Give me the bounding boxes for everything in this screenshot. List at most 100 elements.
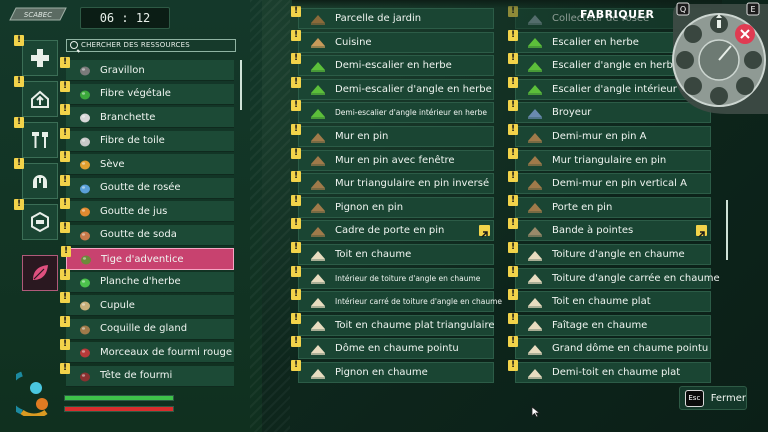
category-resources[interactable] — [22, 255, 58, 291]
resource-item[interactable]: ! Goutte de jus — [60, 198, 234, 222]
resource-item-label: Goutte de jus — [100, 205, 168, 217]
recipe-item-label: Mur triangulaire en pin inversé — [335, 178, 490, 190]
alert-badge: ! — [60, 362, 70, 374]
health-bar — [64, 395, 174, 401]
pine-triangle-wall-icon — [526, 153, 544, 167]
recipe-item[interactable]: ! Toit en chaume — [291, 242, 494, 265]
recipe-item[interactable]: ! Cadre de porte en pin — [291, 218, 494, 242]
alert-badge: ! — [14, 199, 24, 210]
resource-item[interactable]: ! Goutte de soda — [60, 221, 234, 246]
alert-badge: ! — [61, 246, 71, 257]
list-top-fade — [292, 0, 722, 8]
category-armor[interactable]: ! — [14, 158, 58, 199]
alert-badge: ! — [60, 127, 70, 139]
thatch-inner-corner-roof-icon — [309, 271, 327, 285]
alert-badge: ! — [291, 53, 301, 65]
recipe-item[interactable]: ! Faîtage en chaume — [508, 312, 711, 336]
recipe-item[interactable]: ! Pignon en pin — [291, 194, 494, 218]
recipe-item-label: Pignon en chaume — [335, 367, 428, 378]
close-button[interactable]: Esc Fermer — [679, 386, 747, 410]
resource-item[interactable]: ! Sève — [60, 151, 234, 175]
recipe-item[interactable]: ! Demi-escalier d'angle en herbe — [291, 76, 494, 100]
red-ant-part-icon — [78, 345, 92, 359]
recipe-item[interactable]: ! Grand dôme en chaume pointu — [508, 336, 711, 360]
resource-item-label: Tête de fourmi — [100, 370, 173, 381]
resource-item[interactable]: ! Goutte de rosée — [60, 174, 234, 199]
alert-badge: ! — [60, 268, 70, 280]
recipe-item[interactable]: ! Cuisine — [291, 29, 494, 53]
category-trinkets[interactable]: ! — [14, 199, 58, 240]
resource-item[interactable]: ! Branchette — [60, 104, 234, 128]
recipe-item[interactable]: ! Demi-mur en pin vertical A — [508, 171, 711, 195]
resource-item[interactable]: ! Gravillon — [60, 57, 234, 81]
recipe-item[interactable]: ! Dôme en chaume pointu — [291, 336, 494, 360]
divider-hatch — [250, 0, 290, 432]
alert-badge: ! — [291, 289, 301, 301]
alert-badge: ! — [60, 104, 70, 115]
category-tools[interactable]: ! — [14, 117, 58, 158]
thatch-square-corner-roof-icon — [526, 271, 544, 285]
recipe-item-label: Cadre de porte en pin — [335, 225, 445, 237]
recipe-item[interactable]: ! Intérieur de toiture d'angle en chaume — [291, 265, 494, 289]
recipe-item-label: Toiture d'angle en chaume — [552, 249, 685, 260]
thatch-corner-roof-icon — [526, 248, 544, 262]
recipe-item-label: Mur en pin avec fenêtre — [335, 154, 455, 166]
resource-item-label: Sève — [100, 158, 125, 170]
recipe-item[interactable]: ! Mur en pin — [291, 124, 494, 147]
plus-cross-icon — [31, 49, 49, 67]
recipe-item[interactable]: ! Mur triangulaire en pin — [508, 147, 711, 171]
recipe-item[interactable]: ! Demi-toit en chaume plat — [508, 360, 711, 383]
resource-scrollbar[interactable] — [240, 60, 242, 110]
resource-item[interactable]: ! Fibre végétale — [60, 80, 234, 105]
recipe-item[interactable]: ! Toiture d'angle en chaume — [508, 242, 711, 265]
hammer-tools-icon — [32, 132, 48, 148]
alert-badge: ! — [60, 80, 70, 92]
recipe-item[interactable]: ! Mur triangulaire en pin inversé — [291, 171, 494, 195]
resource-item[interactable]: ! Tige d'adventice — [61, 246, 234, 270]
recipe-item-label: Cuisine — [335, 36, 372, 48]
hexagon-icon — [31, 211, 49, 233]
recipe-item-label: Porte en pin — [552, 201, 613, 213]
recipe-item[interactable]: ! Demi-mur en pin A — [508, 124, 711, 147]
food-icon — [36, 398, 48, 410]
alert-badge: ! — [291, 242, 301, 253]
recipe-item[interactable]: ! Toit en chaume plat triangulaire — [291, 312, 495, 336]
alert-badge: ! — [291, 171, 301, 183]
recipe-item[interactable]: ! Demi-escalier d'angle intérieur en herb… — [291, 100, 494, 124]
recipe-item-label: Demi-mur en pin vertical A — [552, 178, 687, 190]
recipe-item-label: Mur en pin — [335, 131, 389, 142]
resource-item[interactable]: ! Cupule — [60, 292, 234, 316]
recipe-item-label: Demi-escalier d'angle intérieur en herbe — [335, 108, 487, 118]
thatch-roof-icon — [309, 248, 327, 262]
recipe-item-label: Escalier en herbe — [552, 36, 639, 48]
svg-text:Q: Q — [680, 5, 686, 14]
recipe-item[interactable]: ! Parcelle de jardin — [291, 6, 494, 29]
alert-badge: ! — [508, 147, 518, 159]
resource-search-input[interactable]: CHERCHER DES RESSOURCES — [66, 39, 236, 52]
resource-item[interactable]: ! Planche d'herbe — [60, 268, 234, 293]
category-base[interactable]: ! — [14, 76, 58, 117]
recipe-item[interactable]: ! Bande à pointes — [508, 218, 711, 242]
recipe-item[interactable]: ! Mur en pin avec fenêtre — [291, 147, 494, 171]
recipe-item[interactable]: ! Toit en chaume plat — [508, 289, 711, 313]
recipe-item[interactable]: ! Porte en pin — [508, 194, 711, 218]
resource-item[interactable]: ! Morceaux de fourmi rouge — [60, 339, 234, 363]
recipe-item-label: Demi-toit en chaume plat — [552, 367, 681, 378]
recipe-item[interactable]: ! Intérieur carré de toiture d'angle en c… — [291, 289, 502, 313]
resource-item[interactable]: ! Fibre de toile — [60, 127, 234, 152]
resource-item[interactable]: ! Tête de fourmi — [60, 362, 234, 387]
recipe-item[interactable]: ! Pignon en chaume — [291, 360, 494, 383]
category-building[interactable]: ! — [14, 35, 58, 76]
resource-item[interactable]: ! Coquille de gland — [60, 315, 234, 340]
recipe-item[interactable]: ! Toiture d'angle carrée en chaume — [508, 265, 720, 289]
thatch-flat-triangle-roof-icon — [309, 318, 327, 332]
acorn-shell-icon — [78, 322, 92, 336]
alert-badge: ! — [508, 218, 518, 230]
grinder-icon — [526, 106, 544, 120]
recipe-item[interactable]: ! Demi-escalier en herbe — [291, 53, 494, 77]
alert-badge: ! — [291, 312, 301, 324]
pine-vertical-half-wall-icon — [526, 177, 544, 191]
recipe-scrollbar[interactable] — [726, 200, 728, 260]
close-label: Fermer — [710, 392, 746, 404]
grass-inner-corner-half-stair-icon — [309, 106, 327, 120]
